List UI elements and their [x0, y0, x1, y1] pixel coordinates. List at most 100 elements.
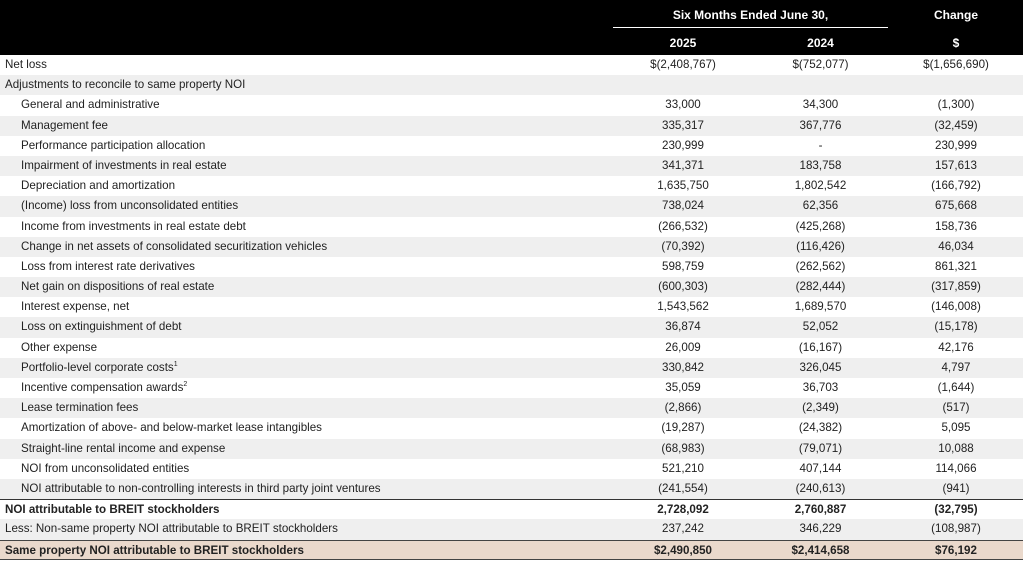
value-change: 46,034 — [938, 239, 974, 253]
row-label: Income from investments in real estate d… — [21, 219, 246, 233]
row-label: (Income) loss from unconsolidated entiti… — [21, 199, 239, 213]
table-row: Other expense 26,009 (16,167) 42,176 — [0, 338, 1023, 358]
change-unit-header: $ — [952, 36, 960, 50]
value-2024: (2,349) — [802, 401, 839, 415]
table-row: Loss from interest rate derivatives 598,7… — [0, 257, 1023, 277]
value-2024: $(752,077) — [792, 58, 849, 71]
change-header: Change — [933, 8, 978, 22]
row-label: Change in net assets of consolidated sec… — [21, 239, 328, 253]
table-row: Lease termination fees (2,866) (2,349) (517… — [0, 398, 1023, 419]
value-2025: (241,554) — [658, 481, 708, 495]
table-row: Performance participation allocation 230,… — [0, 136, 1023, 156]
year-2024-header: 2024 — [807, 36, 834, 50]
value-2025: 335,317 — [662, 118, 704, 132]
value-2024: 34,300 — [802, 98, 839, 112]
value-2025: 237,242 — [662, 522, 704, 536]
row-label: Loss on extinguishment of debt — [21, 320, 182, 334]
row-label: NOI attributable to BREIT stockholders — [5, 503, 220, 517]
value-change: (108,987) — [931, 522, 981, 536]
row-label: Adjustments to reconcile to same propert… — [5, 78, 246, 92]
row-label: Same property NOI attributable to BREIT … — [5, 543, 304, 557]
value-2025: (19,287) — [661, 421, 705, 435]
value-2025: (600,303) — [658, 280, 708, 294]
row-label: Performance participation allocation — [21, 138, 206, 152]
value-change: (941) — [942, 481, 970, 495]
table-row: Depreciation and amortization 1,635,750 1,… — [0, 176, 1023, 196]
table-row: Net gain on dispositions of real estate (… — [0, 277, 1023, 298]
value-2025: 36,874 — [665, 320, 701, 334]
value-change: (317,859) — [931, 280, 981, 294]
value-2025: 26,009 — [665, 340, 701, 354]
value-2025: 521,210 — [662, 461, 704, 475]
value-change: 5,095 — [941, 421, 971, 435]
value-2025: 738,024 — [662, 199, 704, 213]
value-2024: 1,689,570 — [794, 300, 847, 314]
row-label: Less: Non-same property NOI attributable… — [5, 522, 338, 536]
row-label: Incentive compensation awards2 — [21, 381, 188, 394]
value-2024: - — [818, 138, 823, 152]
row-label: Depreciation and amortization — [21, 179, 176, 193]
value-change: 4,797 — [941, 360, 971, 374]
value-2024: 52,052 — [802, 320, 839, 334]
value-change: 114,066 — [935, 461, 977, 475]
table-row: Net loss $(2,408,767) $(752,077) $(1,656,69… — [0, 55, 1023, 75]
row-label: NOI attributable to non-controlling inte… — [21, 481, 381, 495]
table-row: NOI attributable to BREIT stockholders 2,… — [0, 499, 1023, 519]
table-row: (Income) loss from unconsolidated entiti… — [0, 196, 1023, 217]
value-2025: 598,759 — [662, 259, 704, 273]
value-2024: (116,426) — [796, 239, 845, 253]
row-label: Loss from interest rate derivatives — [21, 259, 195, 273]
value-2024: 346,229 — [799, 522, 842, 536]
value-2024: 2,760,887 — [794, 503, 847, 517]
row-label: Straight-line rental income and expense — [21, 441, 226, 455]
table-row: Adjustments to reconcile to same propert… — [0, 75, 1023, 96]
value-change: 675,668 — [935, 199, 977, 213]
value-2025: 1,635,750 — [657, 179, 709, 193]
value-2024: $2,414,658 — [791, 543, 850, 557]
table-row: Interest expense, net 1,543,562 1,689,570 (… — [0, 297, 1023, 317]
row-label: Management fee — [21, 118, 109, 132]
value-change: (32,795) — [934, 503, 978, 517]
table-row: Impairment of investments in real estate… — [0, 155, 1023, 177]
table-row: Loss on extinguishment of debt 36,874 52,0… — [0, 317, 1023, 338]
value-2025: 1,543,562 — [657, 300, 709, 314]
value-change: $(1,656,690) — [923, 58, 989, 71]
row-label: Portfolio-level corporate costs1 — [21, 360, 178, 374]
value-change: (146,008) — [931, 300, 981, 314]
row-label: Other expense — [21, 340, 98, 354]
value-2024: 183,758 — [799, 158, 842, 172]
table-row: Income from investments in real estate d… — [0, 217, 1023, 237]
value-2024: 326,045 — [799, 360, 842, 374]
period-underline — [613, 27, 888, 28]
table-row: Portfolio-level corporate costs1 330,842 3… — [0, 357, 1023, 378]
table-row: Straight-line rental income and expense (… — [0, 438, 1023, 459]
value-2025: 230,999 — [662, 138, 704, 152]
value-2025: 330,842 — [662, 360, 704, 374]
value-change: $76,192 — [935, 543, 977, 557]
year-2025-header: 2025 — [669, 36, 697, 50]
value-2024: (24,382) — [798, 421, 843, 435]
table-row: General and administrative 33,000 34,300 (1… — [0, 95, 1023, 115]
row-label: Lease termination fees — [21, 401, 139, 415]
value-change: 158,736 — [935, 219, 977, 233]
value-change: (517) — [942, 401, 970, 415]
value-2024: 1,802,542 — [794, 179, 847, 193]
value-2024: (16,167) — [798, 340, 843, 354]
value-2025: 2,728,092 — [657, 503, 709, 517]
value-2024: 367,776 — [799, 118, 842, 132]
table-row: NOI attributable to non-controlling inte… — [0, 478, 1023, 500]
value-2025: 35,059 — [665, 381, 701, 394]
noi-reconciliation-table: Net loss $(2,408,767) $(752,077) $(1,656,69… — [0, 55, 1023, 560]
footnote-marker: 1 — [173, 360, 178, 368]
table-header: Six Months Ended June 30, Change 2025 20… — [0, 0, 1023, 55]
value-2025: (2,866) — [664, 401, 702, 415]
value-change: 230,999 — [935, 138, 977, 152]
value-2025: (70,392) — [661, 239, 705, 253]
value-2025: $(2,408,767) — [650, 58, 716, 71]
value-change: (166,792) — [931, 179, 981, 193]
value-change: 42,176 — [938, 340, 974, 354]
footnote-marker: 2 — [183, 381, 188, 388]
value-2024: 407,144 — [799, 461, 842, 475]
row-label: NOI from unconsolidated entities — [21, 461, 190, 475]
value-2025: $2,490,850 — [653, 543, 713, 557]
